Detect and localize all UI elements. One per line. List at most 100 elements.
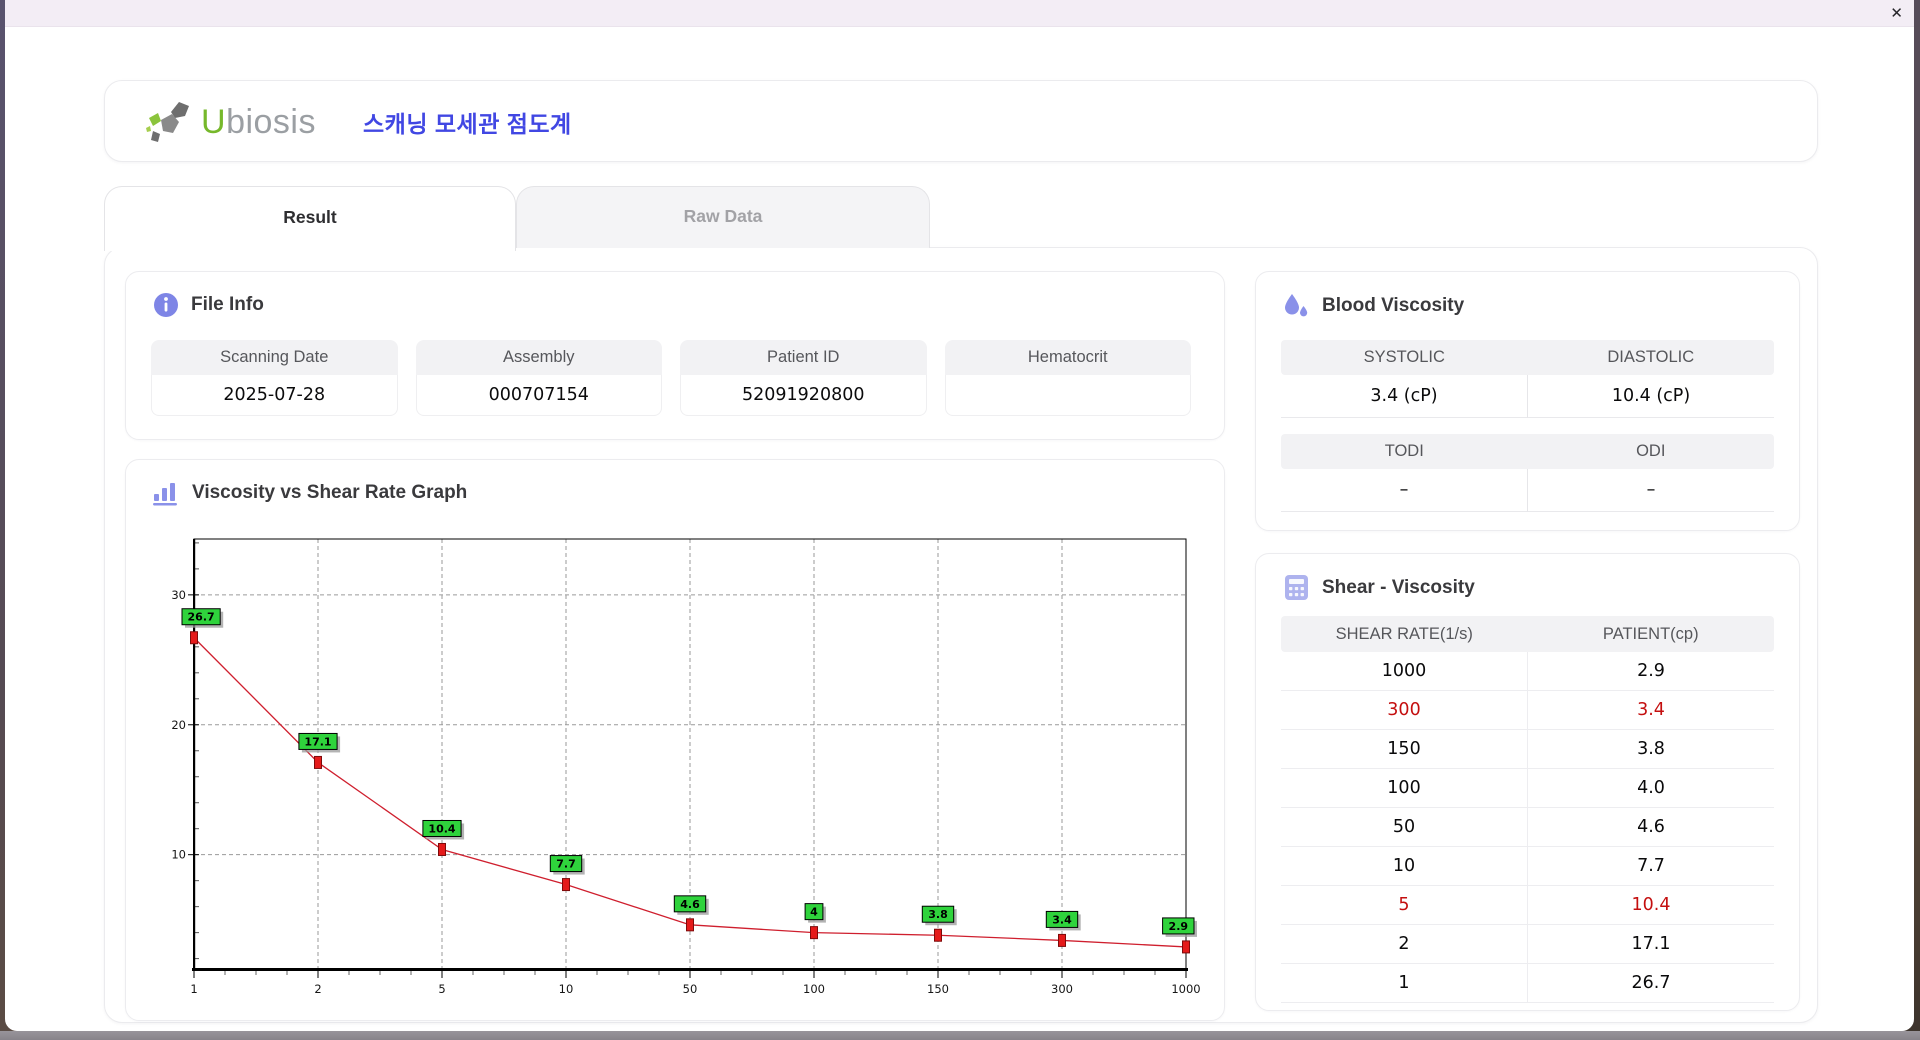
y-axis-line xyxy=(193,539,196,969)
shear-rate-cell: 50 xyxy=(1281,808,1528,847)
file-field-hematocrit: Hematocrit xyxy=(944,340,1191,416)
blood-header-row-1: TODI ODI xyxy=(1281,434,1774,469)
field-value-assembly: 000707154 xyxy=(415,375,662,416)
field-value-scanning-date: 2025-07-28 xyxy=(151,375,398,416)
blood-value-todi: – xyxy=(1281,469,1528,512)
data-label-text: 2.9 xyxy=(1169,920,1189,933)
shear-row-1000: 1000 2.9 xyxy=(1281,652,1774,691)
info-icon xyxy=(154,293,178,317)
shear-row-1: 1 26.7 xyxy=(1281,964,1774,1003)
x-axis-label: 2 xyxy=(314,982,321,996)
shear-row-10: 10 7.7 xyxy=(1281,847,1774,886)
y-axis-label: 20 xyxy=(171,718,186,732)
brand-text: Ubiosis xyxy=(201,103,316,142)
y-axis-label: 10 xyxy=(171,848,186,862)
shear-rate-cell: 150 xyxy=(1281,730,1528,769)
ubiosis-logo-icon xyxy=(146,102,189,142)
file-info-title-row: File Info xyxy=(153,292,264,318)
blood-header-todi: TODI xyxy=(1384,442,1424,460)
app-window: ✕ Ubiosis 스캐닝 모세관 점도계 Result Raw Data Fi… xyxy=(5,0,1914,1031)
x-axis-label: 150 xyxy=(927,982,949,996)
data-point-marker xyxy=(810,926,818,940)
x-axis-label: 1000 xyxy=(1171,982,1200,996)
data-point-marker xyxy=(438,842,446,856)
blood-table-gap xyxy=(1281,418,1774,434)
shear-row-150: 150 3.8 xyxy=(1281,730,1774,769)
patient-cp-cell: 10.4 xyxy=(1528,886,1774,925)
data-point-marker xyxy=(1058,933,1066,947)
x-axis-label: 300 xyxy=(1051,982,1073,996)
viscosity-shear-rate-chart: 10 20 30 1 2 5 10 50 100 150 300 1000 26.7 17.1 10.4 7.… xyxy=(171,538,1201,996)
x-axis-label: 10 xyxy=(559,982,574,996)
window-titlebar: ✕ xyxy=(5,0,1914,27)
data-label-text: 17.1 xyxy=(304,735,331,748)
data-point-marker xyxy=(314,755,322,769)
shear-row-5: 5 10.4 xyxy=(1281,886,1774,925)
graph-panel: Viscosity vs Shear Rate Graph 10 20 30 1 2 5 1… xyxy=(125,459,1225,1021)
data-point-marker xyxy=(190,631,198,645)
shear-header-row: SHEAR RATE(1/s) PATIENT(cp) xyxy=(1281,616,1774,652)
blood-value-row-1: – – xyxy=(1281,469,1774,512)
close-icon[interactable]: ✕ xyxy=(1890,4,1903,22)
data-label-text: 10.4 xyxy=(428,822,455,835)
blood-header-systolic: SYSTOLIC xyxy=(1363,348,1445,366)
x-axis-label: 5 xyxy=(438,982,445,996)
ubiosis-logo: Ubiosis xyxy=(145,98,316,146)
shear-row-100: 100 4.0 xyxy=(1281,769,1774,808)
data-label-text: 3.4 xyxy=(1052,913,1072,926)
patient-cp-cell: 17.1 xyxy=(1528,925,1774,964)
x-axis-label: 50 xyxy=(683,982,698,996)
desktop-background: ✕ Ubiosis 스캐닝 모세관 점도계 Result Raw Data Fi… xyxy=(0,0,1920,1040)
blood-drop-icon xyxy=(1285,294,1308,317)
blood-header-row-0: SYSTOLIC DIASTOLIC xyxy=(1281,340,1774,375)
header-card: Ubiosis 스캐닝 모세관 점도계 xyxy=(104,80,1818,162)
blood-value-row-0: 3.4 (cP) 10.4 (cP) xyxy=(1281,375,1774,418)
patient-cp-cell: 3.4 xyxy=(1528,691,1774,730)
tab-result[interactable]: Result xyxy=(104,186,516,251)
taskbar-strip xyxy=(0,1031,1920,1040)
patient-cp-cell: 7.7 xyxy=(1528,847,1774,886)
file-field-scanning-date: Scanning Date 2025-07-28 xyxy=(151,340,398,416)
blood-value-odi: – xyxy=(1528,469,1774,512)
shear-rate-cell: 5 xyxy=(1281,886,1528,925)
shear-viscosity-table: SHEAR RATE(1/s) PATIENT(cp) 1000 2.9 300 3.4 1… xyxy=(1281,616,1774,1003)
file-field-patient-id: Patient ID 52091920800 xyxy=(680,340,927,416)
shear-rate-cell: 2 xyxy=(1281,925,1528,964)
patient-cp-cell: 3.8 xyxy=(1528,730,1774,769)
data-label-text: 3.8 xyxy=(928,908,948,921)
brand-rest: biosis xyxy=(226,102,316,141)
brand-u: U xyxy=(201,102,227,141)
patient-cp-cell: 4.0 xyxy=(1528,769,1774,808)
x-axis-label: 1 xyxy=(190,982,197,996)
file-info-fields: Scanning Date 2025-07-28 Assembly 000707154… xyxy=(151,340,1191,416)
blood-value-diastolic: 10.4 (cP) xyxy=(1528,375,1774,418)
data-point-marker xyxy=(934,928,942,942)
file-info-title: File Info xyxy=(191,294,264,315)
shear-rate-cell: 10 xyxy=(1281,847,1528,886)
content-card: File Info Scanning Date 2025-07-28 Assembl… xyxy=(104,247,1818,1023)
blood-viscosity-title: Blood Viscosity xyxy=(1322,294,1465,316)
shear-rate-cell: 300 xyxy=(1281,691,1528,730)
data-label-text: 26.7 xyxy=(188,611,215,624)
patient-cp-cell: 2.9 xyxy=(1528,652,1774,691)
data-point-marker xyxy=(686,918,694,932)
tab-raw-data[interactable]: Raw Data xyxy=(516,186,930,248)
page-title: 스캐닝 모세관 점도계 xyxy=(363,111,572,137)
shear-column-shear-rate-1-s: SHEAR RATE(1/s) xyxy=(1335,625,1473,643)
shear-rate-cell: 1000 xyxy=(1281,652,1528,691)
shear-row-2: 2 17.1 xyxy=(1281,925,1774,964)
field-value-hematocrit xyxy=(944,375,1191,416)
field-value-patient-id: 52091920800 xyxy=(680,375,927,416)
file-info-panel: File Info Scanning Date 2025-07-28 Assembl… xyxy=(125,271,1225,440)
shear-viscosity-title-row: Shear - Viscosity xyxy=(1283,574,1475,601)
blood-value-systolic: 3.4 (cP) xyxy=(1281,375,1528,418)
data-point-marker xyxy=(562,878,570,892)
calculator-icon xyxy=(1285,575,1308,600)
field-label-scanning-date: Scanning Date xyxy=(151,340,398,375)
blood-viscosity-panel: Blood Viscosity SYSTOLIC DIASTOLIC 3.4 (cP… xyxy=(1255,271,1800,531)
shear-rate-cell: 1 xyxy=(1281,964,1528,1003)
shear-row-300: 300 3.4 xyxy=(1281,691,1774,730)
y-axis-label: 30 xyxy=(171,588,186,602)
x-axis-line xyxy=(192,968,1188,971)
blood-viscosity-table: SYSTOLIC DIASTOLIC 3.4 (cP) 10.4 (cP) TODI OD… xyxy=(1281,340,1774,512)
